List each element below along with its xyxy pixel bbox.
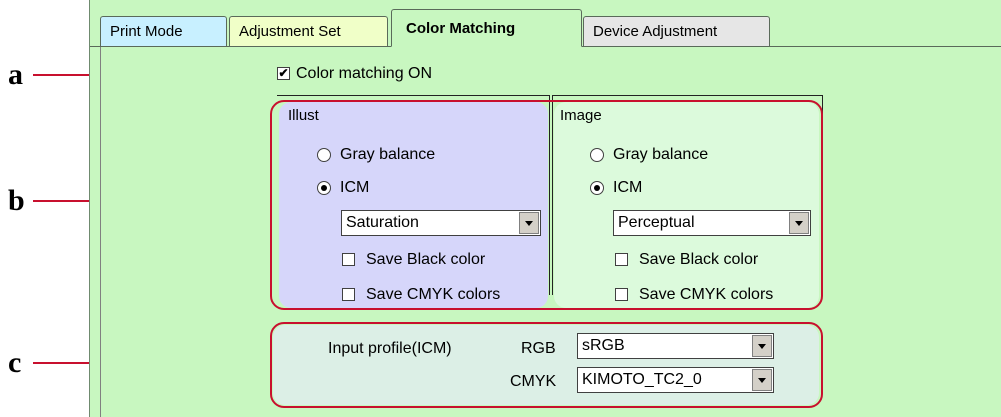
input-profile-label: Input profile(ICM) xyxy=(328,340,452,357)
chevron-down-icon[interactable] xyxy=(789,212,809,234)
illust-icm-label: ICM xyxy=(340,179,370,196)
color-matching-label: Color matching ON xyxy=(296,65,433,82)
section-divider-middle xyxy=(549,95,550,295)
callout-b: b xyxy=(8,184,25,217)
illust-save-cmyk-label: Save CMYK colors xyxy=(366,286,501,303)
illust-intent-select[interactable]: Saturation xyxy=(341,210,541,236)
illust-save-black-label: Save Black color xyxy=(366,251,486,268)
image-title: Image xyxy=(560,107,602,124)
image-gray-balance-radio[interactable] xyxy=(590,148,604,162)
cmyk-profile-select[interactable]: KIMOTO_TC2_0 xyxy=(577,367,774,393)
cmyk-profile-value: KIMOTO_TC2_0 xyxy=(582,371,702,388)
illust-intent-value: Saturation xyxy=(346,214,419,231)
illust-icm-radio[interactable] xyxy=(317,181,331,195)
image-gray-balance-label: Gray balance xyxy=(613,146,709,163)
tab-color-matching[interactable]: Color Matching xyxy=(391,9,582,47)
section-divider-top-right xyxy=(552,95,822,96)
illust-gray-balance-radio[interactable] xyxy=(317,148,331,162)
tab-print-mode[interactable]: Print Mode xyxy=(100,16,227,46)
illust-gray-balance-label: Gray balance xyxy=(340,146,436,163)
chevron-down-icon[interactable] xyxy=(752,369,772,391)
chevron-down-icon[interactable] xyxy=(519,212,539,234)
illust-title: Illust xyxy=(288,107,319,124)
image-save-cmyk-checkbox[interactable] xyxy=(615,288,628,301)
illust-save-black-checkbox[interactable] xyxy=(342,253,355,266)
section-divider-right xyxy=(822,95,823,295)
section-divider-middle-2 xyxy=(552,95,553,295)
color-matching-dialog: Print Mode Adjustment Set Color Matching… xyxy=(89,0,1001,417)
image-panel xyxy=(554,102,819,308)
cmyk-label: CMYK xyxy=(510,373,557,390)
callout-a: a xyxy=(8,58,23,91)
image-save-black-checkbox[interactable] xyxy=(615,253,628,266)
callout-c: c xyxy=(8,346,22,379)
tab-adjustment-set[interactable]: Adjustment Set xyxy=(229,16,388,46)
image-icm-label: ICM xyxy=(613,179,643,196)
illust-save-cmyk-checkbox[interactable] xyxy=(342,288,355,301)
image-intent-value: Perceptual xyxy=(618,214,695,231)
rgb-profile-select[interactable]: sRGB xyxy=(577,333,774,359)
image-save-cmyk-label: Save CMYK colors xyxy=(639,286,774,303)
color-matching-checkbox[interactable]: ✔ xyxy=(277,67,290,80)
illust-panel xyxy=(279,102,548,308)
tab-device-adjustment[interactable]: Device Adjustment xyxy=(583,16,770,46)
rgb-label: RGB xyxy=(521,340,556,357)
section-divider-top-left xyxy=(277,95,549,96)
image-save-black-label: Save Black color xyxy=(639,251,759,268)
image-intent-select[interactable]: Perceptual xyxy=(613,210,811,236)
image-icm-radio[interactable] xyxy=(590,181,604,195)
chevron-down-icon[interactable] xyxy=(752,335,772,357)
rgb-profile-value: sRGB xyxy=(582,337,625,354)
